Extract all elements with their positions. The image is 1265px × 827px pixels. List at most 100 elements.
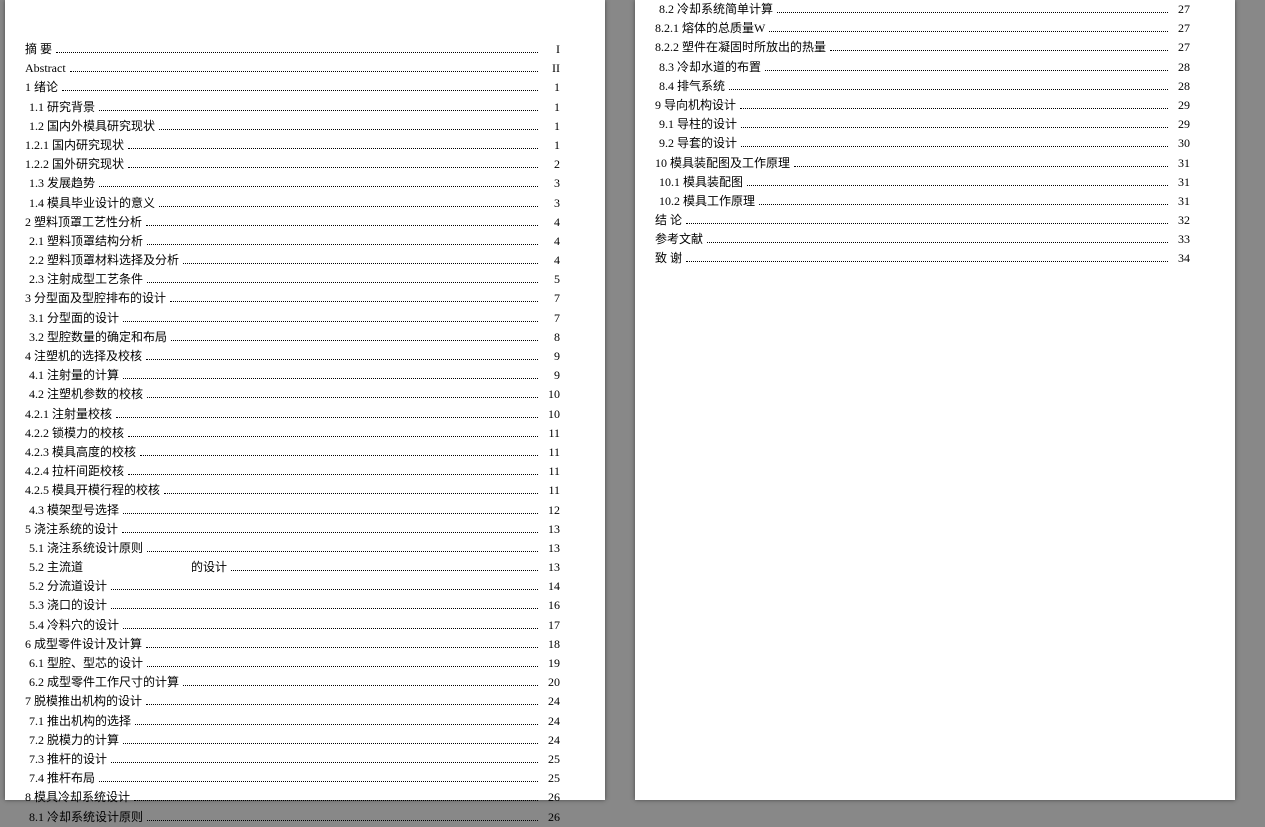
toc-page-number: 26 <box>542 808 560 827</box>
toc-page-number: 3 <box>542 174 560 193</box>
toc-label: 2.2 塑料顶罩材料选择及分析 <box>29 251 179 270</box>
toc-row: 2.1 塑料顶罩结构分析4 <box>25 232 560 251</box>
toc-label: 1.2.1 国内研究现状 <box>25 136 124 155</box>
toc-page-number: 4 <box>542 251 560 270</box>
toc-row: 9 导向机构设计29 <box>655 96 1190 115</box>
toc-row: 1.2.1 国内研究现状1 <box>25 136 560 155</box>
toc-page-number: 24 <box>542 712 560 731</box>
toc-label: 7 脱模推出机构的设计 <box>25 692 142 711</box>
toc-page-number: 24 <box>542 692 560 711</box>
toc-leader-dots <box>62 90 538 91</box>
toc-page-number: 30 <box>1172 134 1190 153</box>
toc-row: 摘 要I <box>25 40 560 59</box>
toc-label: 1.4 模具毕业设计的意义 <box>29 194 155 213</box>
toc-leader-dots <box>747 185 1168 186</box>
toc-page-number: 4 <box>542 232 560 251</box>
toc-page-number: 27 <box>1172 19 1190 38</box>
toc-row: 5 浇注系统的设计13 <box>25 520 560 539</box>
toc-leader-dots <box>159 129 538 130</box>
toc-page-number: 17 <box>542 616 560 635</box>
toc-page-number: 10 <box>542 385 560 404</box>
toc-page-number: 8 <box>542 328 560 347</box>
toc-label: 4.3 模架型号选择 <box>29 501 119 520</box>
toc-leader-dots <box>183 263 538 264</box>
toc-page-number: 3 <box>542 194 560 213</box>
toc-row: 6.1 型腔、型芯的设计19 <box>25 654 560 673</box>
toc-label: 8 模具冷却系统设计 <box>25 788 130 807</box>
toc-row: 7 脱模推出机构的设计 24 <box>25 692 560 711</box>
toc-page-number: 13 <box>542 520 560 539</box>
toc-label: 8.3 冷却水道的布置 <box>659 58 761 77</box>
toc-page-number: 11 <box>542 443 560 462</box>
toc-leader-dots <box>147 282 538 283</box>
toc-row: 6 成型零件设计及计算18 <box>25 635 560 654</box>
toc-label: 5.1 浇注系统设计原则 <box>29 539 143 558</box>
toc-page-number: 31 <box>1172 173 1190 192</box>
toc-leader-dots <box>116 417 538 418</box>
toc-leader-dots <box>146 359 538 360</box>
toc-page-number: 7 <box>542 289 560 308</box>
toc-page-number: 7 <box>542 309 560 328</box>
toc-row: 7.2 脱模力的计算24 <box>25 731 560 750</box>
toc-row: 5.3 浇口的设计16 <box>25 596 560 615</box>
toc-row: 4 注塑机的选择及校核9 <box>25 347 560 366</box>
toc-row: 5.1 浇注系统设计原则13 <box>25 539 560 558</box>
toc-label: 5.2 主流道 的设计 <box>29 558 227 577</box>
toc-label: 1.2 国内外模具研究现状 <box>29 117 155 136</box>
toc-label: 10.1 模具装配图 <box>659 173 743 192</box>
toc-leader-dots <box>70 71 538 72</box>
toc-page-number: 28 <box>1172 77 1190 96</box>
toc-leader-dots <box>794 166 1168 167</box>
toc-row: 4.2.1 注射量校核 10 <box>25 405 560 424</box>
toc-leader-dots <box>122 532 538 533</box>
toc-page-number: II <box>542 59 560 78</box>
toc-page-number: 11 <box>542 424 560 443</box>
toc-leader-dots <box>759 204 1168 205</box>
toc-leader-dots <box>147 397 538 398</box>
toc-leader-dots <box>134 800 538 801</box>
toc-label: 6.2 成型零件工作尺寸的计算 <box>29 673 179 692</box>
toc-row: 7.4 推杆布局25 <box>25 769 560 788</box>
toc-row: 5.2 主流道 的设计13 <box>25 558 560 577</box>
toc-row: 2.2 塑料顶罩材料选择及分析 4 <box>25 251 560 270</box>
toc-page-number: 12 <box>542 501 560 520</box>
toc-row: 致 谢34 <box>655 249 1190 268</box>
toc-label: Abstract <box>25 59 66 78</box>
toc-page-number: 10 <box>542 405 560 424</box>
toc-row: 4.2.2 锁模力的校核 11 <box>25 424 560 443</box>
toc-label: 9.2 导套的设计 <box>659 134 737 153</box>
toc-page-number: 25 <box>542 769 560 788</box>
toc-leader-dots <box>147 820 538 821</box>
toc-row: 4.2.4 拉杆间距校核11 <box>25 462 560 481</box>
toc-label: 1.3 发展趋势 <box>29 174 95 193</box>
toc-leader-dots <box>171 340 538 341</box>
toc-row: 4.3 模架型号选择 12 <box>25 501 560 520</box>
toc-page-number: 27 <box>1172 0 1190 19</box>
toc-label: 6 成型零件设计及计算 <box>25 635 142 654</box>
toc-leader-dots <box>147 551 538 552</box>
toc-label: 10 模具装配图及工作原理 <box>655 154 790 173</box>
toc-leader-dots <box>164 493 538 494</box>
toc-page-number: 31 <box>1172 192 1190 211</box>
toc-leader-dots <box>99 186 538 187</box>
toc-page-number: 4 <box>542 213 560 232</box>
toc-leader-dots <box>170 301 538 302</box>
toc-label: 3 分型面及型腔排布的设计 <box>25 289 166 308</box>
toc-label: 4.2.2 锁模力的校核 <box>25 424 124 443</box>
toc-page-number: 1 <box>542 117 560 136</box>
toc-label: 9.1 导柱的设计 <box>659 115 737 134</box>
toc-page-number: 29 <box>1172 115 1190 134</box>
toc-leader-dots <box>741 127 1168 128</box>
toc-page-number: I <box>542 40 560 59</box>
toc-row: 10.1 模具装配图 31 <box>655 173 1190 192</box>
toc-leader-dots <box>123 378 538 379</box>
toc-label: 8.2.2 塑件在凝固时所放出的热量 <box>655 38 826 57</box>
toc-page-number: 9 <box>542 366 560 385</box>
toc-label: 5.4 冷料穴的设计 <box>29 616 119 635</box>
toc-page-number: 25 <box>542 750 560 769</box>
toc-page-number: 29 <box>1172 96 1190 115</box>
toc-label: 3.1 分型面的设计 <box>29 309 119 328</box>
toc-page-number: 27 <box>1172 38 1190 57</box>
toc-label: 4.2.1 注射量校核 <box>25 405 112 424</box>
toc-page-number: 5 <box>542 270 560 289</box>
